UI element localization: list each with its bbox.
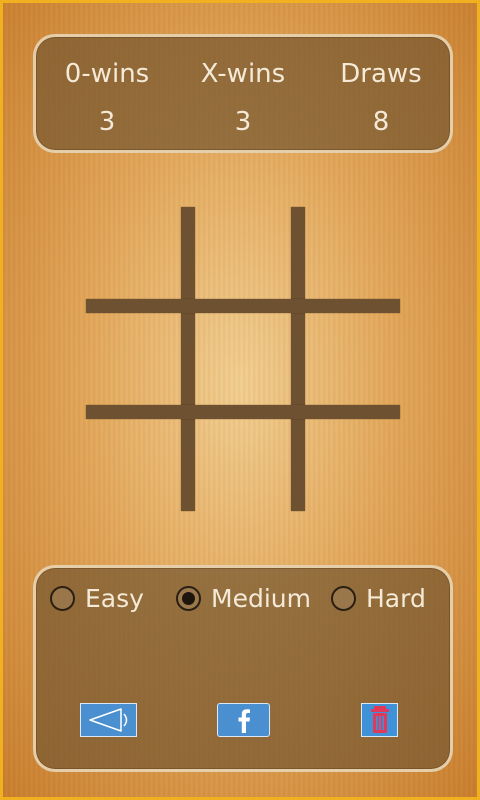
difficulty-easy-radio[interactable]: Easy — [50, 582, 144, 614]
speaker-icon — [88, 708, 127, 732]
trash-icon — [370, 706, 389, 733]
board-cell-5[interactable] — [195, 313, 291, 405]
board-cell-2[interactable] — [195, 207, 291, 299]
grid-line-horizontal-1 — [86, 299, 400, 313]
draws-label: Draws — [340, 59, 422, 89]
board-cell-8[interactable] — [195, 419, 291, 511]
draws-column: Draws 8 — [311, 37, 451, 139]
board-cell-4[interactable] — [86, 313, 181, 405]
grid-line-horizontal-2 — [86, 405, 400, 419]
app-screen: 0-wins 3 X-wins 3 Draws 8 Easy Medium Ha… — [0, 0, 480, 800]
difficulty-hard-label: Hard — [366, 583, 426, 613]
radio-circle-easy — [50, 585, 75, 611]
grid-line-vertical-2 — [291, 207, 305, 511]
board-cell-6[interactable] — [305, 313, 400, 405]
board-cell-1[interactable] — [86, 207, 181, 299]
control-panel: Easy Medium Hard — [33, 565, 453, 772]
difficulty-medium-radio[interactable]: Medium — [176, 582, 311, 614]
board-cell-3[interactable] — [305, 207, 400, 299]
board-cell-9[interactable] — [305, 419, 400, 511]
radio-circle-hard — [331, 585, 356, 611]
difficulty-hard-radio[interactable]: Hard — [331, 582, 426, 614]
x-wins-label: X-wins — [200, 59, 286, 89]
delete-button[interactable] — [361, 703, 398, 737]
radio-circle-medium — [176, 585, 201, 611]
grid-line-vertical-1 — [181, 207, 195, 511]
x-wins-column: X-wins 3 — [173, 37, 313, 139]
draws-value: 8 — [372, 107, 390, 137]
o-wins-column: 0-wins 3 — [37, 37, 177, 139]
difficulty-easy-label: Easy — [85, 583, 144, 613]
difficulty-medium-label: Medium — [211, 583, 311, 613]
o-wins-value: 3 — [98, 107, 116, 137]
radio-selected-dot — [182, 591, 195, 605]
sound-button[interactable] — [80, 703, 137, 737]
score-panel: 0-wins 3 X-wins 3 Draws 8 — [33, 34, 453, 153]
x-wins-value: 3 — [234, 107, 252, 137]
facebook-icon — [238, 709, 250, 733]
o-wins-label: 0-wins — [64, 59, 150, 89]
game-board — [86, 207, 400, 511]
facebook-button[interactable] — [217, 703, 270, 737]
board-cell-7[interactable] — [86, 419, 181, 511]
